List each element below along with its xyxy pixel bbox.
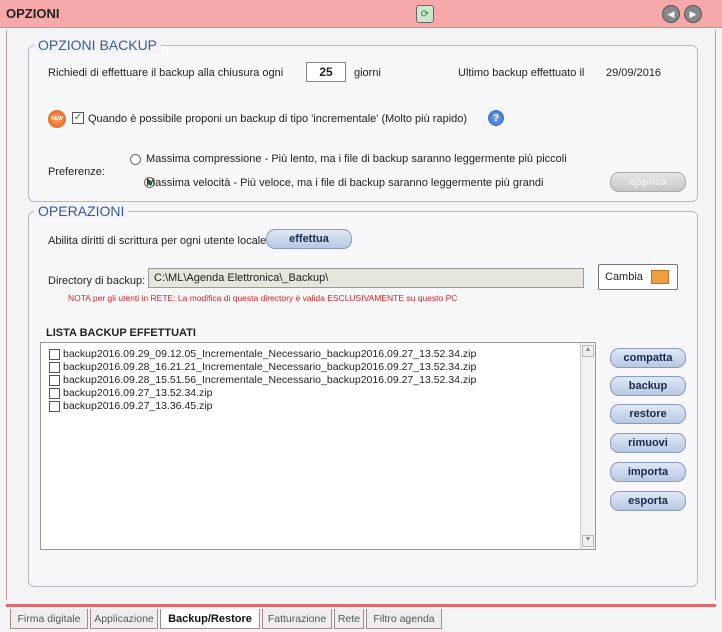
change-dir-button[interactable]: Cambia (598, 264, 678, 290)
network-note: NOTA per gli utenti in RETE: La modifica… (68, 293, 458, 303)
new-badge-icon: NEW (48, 110, 66, 128)
operations-legend: OPERAZIONI (34, 203, 129, 219)
backup-list-title: LISTA BACKUP EFFETTUATI (46, 327, 196, 339)
backup-list-item[interactable]: backup2016.09.29_09.12.05_Incrementale_N… (49, 347, 476, 361)
previous-icon[interactable]: ◀ (662, 5, 680, 23)
backup-item-filename: backup2016.09.28_16.21.21_Incrementale_N… (63, 361, 477, 373)
tab-applicazione[interactable]: Applicazione (90, 609, 158, 629)
esporta-button[interactable]: esporta (610, 491, 686, 511)
scroll-up-icon[interactable]: ▲ (582, 345, 594, 357)
backup-days-input[interactable]: 25 (306, 62, 346, 82)
tab-backup-restore[interactable]: Backup/Restore (160, 609, 260, 629)
refresh-icon[interactable]: ⟳ (416, 5, 434, 23)
help-icon[interactable]: ? (488, 110, 504, 126)
backup-item-checkbox[interactable] (49, 361, 60, 373)
restore-button[interactable]: restore (610, 404, 686, 424)
incremental-label: Quando è possibile proponi un backup di … (88, 113, 468, 125)
backup-item-checkbox[interactable] (49, 348, 60, 360)
last-backup-date: 29/09/2016 (606, 67, 662, 79)
apply-button[interactable]: applica (610, 172, 686, 192)
speed-option-label: Massima velocità - Più veloce, ma i file… (146, 177, 544, 189)
backup-interval-label: Richiedi di effettuare il backup alla ch… (48, 67, 284, 79)
tab-bar: Firma digitale Applicazione Backup/Restore… (6, 604, 716, 630)
backup-button[interactable]: backup (610, 376, 686, 396)
tab-filtro-agenda[interactable]: Filtro agenda (366, 609, 442, 629)
backup-list[interactable]: backup2016.09.29_09.12.05_Incrementale_N… (40, 342, 596, 550)
backup-item-filename: backup2016.09.28_15.51.56_Incrementale_N… (63, 374, 477, 386)
backup-list-scrollbar[interactable]: ▲ ▼ (580, 343, 595, 549)
last-backup-label: Ultimo backup effettuato il (458, 67, 585, 79)
compression-option-label: Massima compressione - Più lento, ma i f… (146, 153, 567, 165)
backup-list-item[interactable]: backup2016.09.27_13.36.45.zip (49, 399, 212, 413)
backup-item-filename: backup2016.09.27_13.52.34.zip (63, 387, 213, 399)
backup-list-item[interactable]: backup2016.09.28_16.21.21_Incrementale_N… (49, 360, 476, 374)
backup-dir-label: Directory di backup: (48, 275, 146, 287)
backup-item-checkbox[interactable] (49, 374, 60, 386)
preferences-label: Preferenze: (48, 166, 105, 178)
backup-list-item[interactable]: backup2016.09.27_13.52.34.zip (49, 386, 212, 400)
tab-rete[interactable]: Rete (334, 609, 364, 629)
next-icon[interactable]: ▶ (684, 5, 702, 23)
backup-item-filename: backup2016.09.27_13.36.45.zip (63, 400, 213, 412)
rimuovi-button[interactable]: rimuovi (610, 433, 686, 453)
days-unit-label: giorni (354, 67, 381, 79)
importa-button[interactable]: importa (610, 462, 686, 482)
incremental-checkbox[interactable]: ✓ (72, 112, 84, 124)
tab-firma-digitale[interactable]: Firma digitale (10, 609, 88, 629)
scroll-down-icon[interactable]: ▼ (582, 535, 594, 547)
tab-fatturazione[interactable]: Fatturazione (262, 609, 332, 629)
backup-item-filename: backup2016.09.29_09.12.05_Incrementale_N… (63, 348, 477, 360)
compression-radio[interactable] (130, 153, 141, 165)
title-bar (0, 0, 722, 28)
backup-item-checkbox[interactable] (49, 387, 60, 399)
window-title: OPZIONI (6, 6, 60, 21)
backup-item-checkbox[interactable] (49, 400, 60, 412)
change-dir-label: Cambia (605, 271, 643, 283)
backup-dir-field[interactable]: C:\ML\Agenda Elettronica\_Backup\ (148, 268, 584, 288)
backup-options-legend: OPZIONI BACKUP (34, 37, 162, 53)
write-rights-label: Abilita diritti di scrittura per ogni ut… (48, 235, 267, 247)
effettua-button[interactable]: effettua (266, 229, 352, 249)
backup-list-item[interactable]: backup2016.09.28_15.51.56_Incrementale_N… (49, 373, 476, 387)
folder-search-icon (650, 270, 669, 284)
compatta-button[interactable]: compatta (610, 348, 686, 368)
